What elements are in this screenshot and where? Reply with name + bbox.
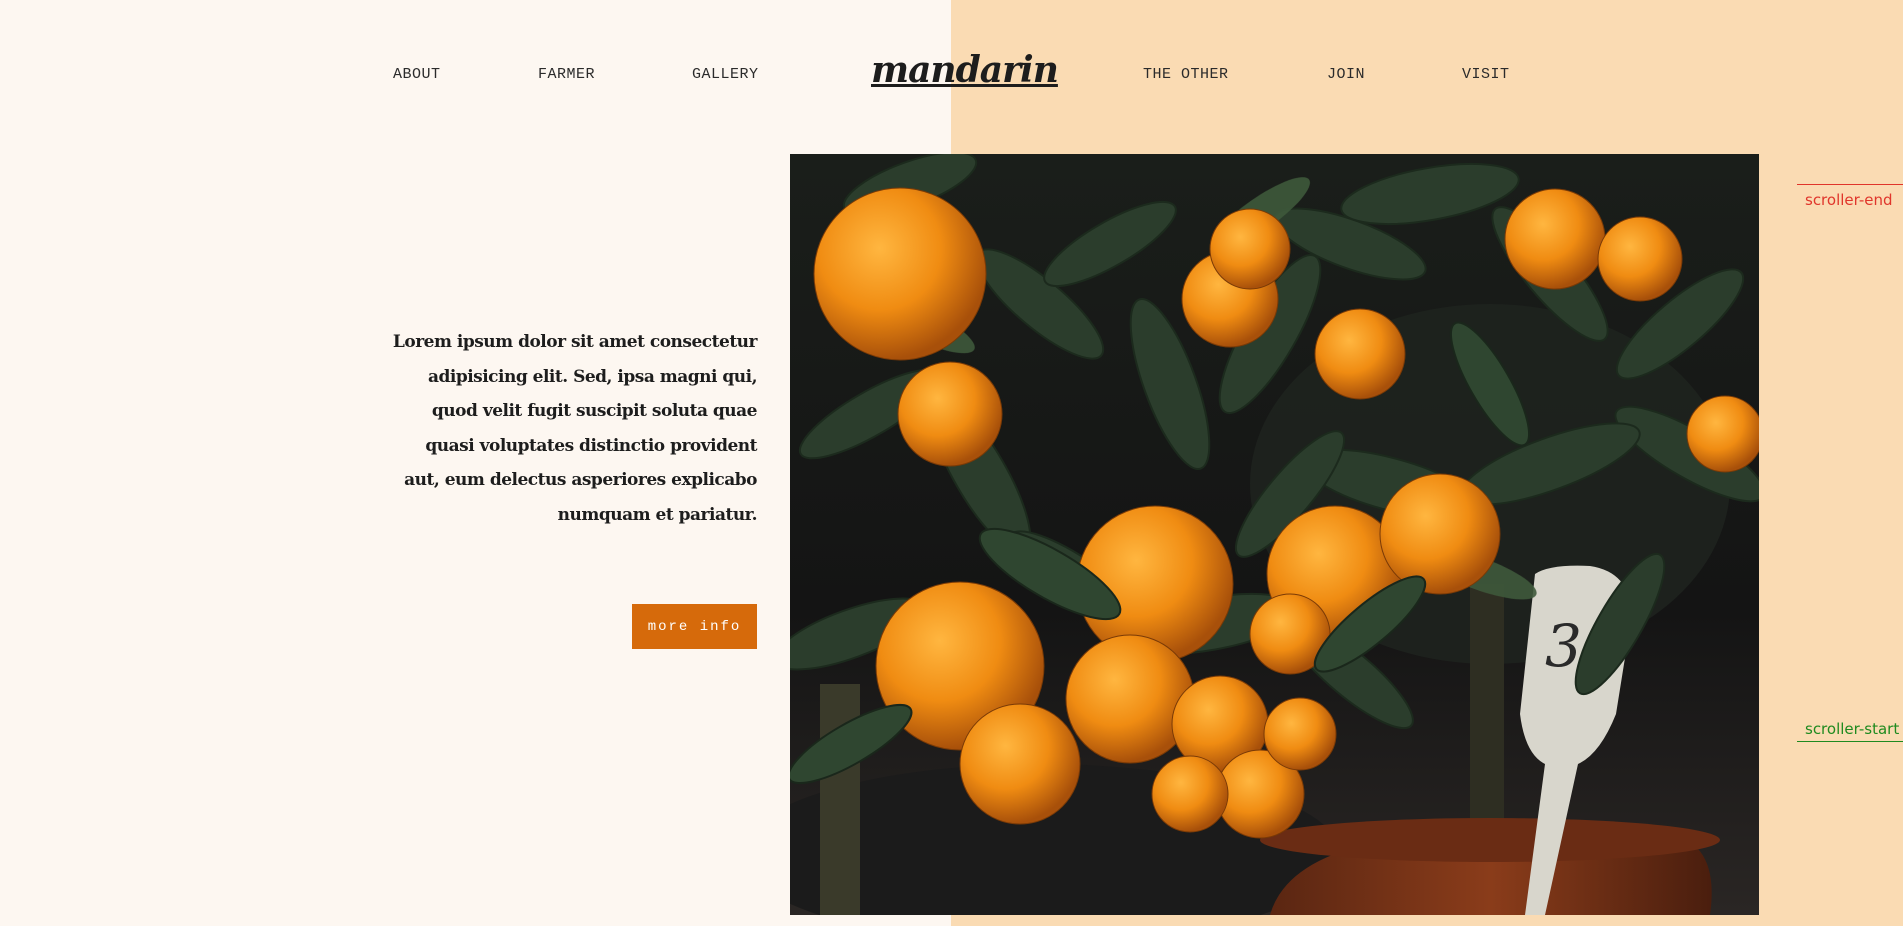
nav-link-gallery[interactable]: GALLERY xyxy=(692,66,759,84)
nav-link-visit[interactable]: VISIT xyxy=(1462,66,1510,84)
site-logo[interactable]: mandarin xyxy=(871,48,1059,92)
scroller-start-marker: scroller-start xyxy=(1797,720,1903,742)
intro-text: Lorem ipsum dolor sit amet consectetur a… xyxy=(392,332,758,525)
nav-link-about[interactable]: ABOUT xyxy=(393,66,441,84)
scroller-end-marker: scroller-end xyxy=(1797,184,1903,209)
nav-link-farmer[interactable]: FARMER xyxy=(538,66,595,84)
nav-link-join[interactable]: JOIN xyxy=(1327,66,1365,84)
more-info-button[interactable]: more info xyxy=(632,604,757,649)
mandarin-tree-photo: 30 xyxy=(790,154,1759,915)
nav-link-the-other[interactable]: THE OTHER xyxy=(1143,66,1229,84)
